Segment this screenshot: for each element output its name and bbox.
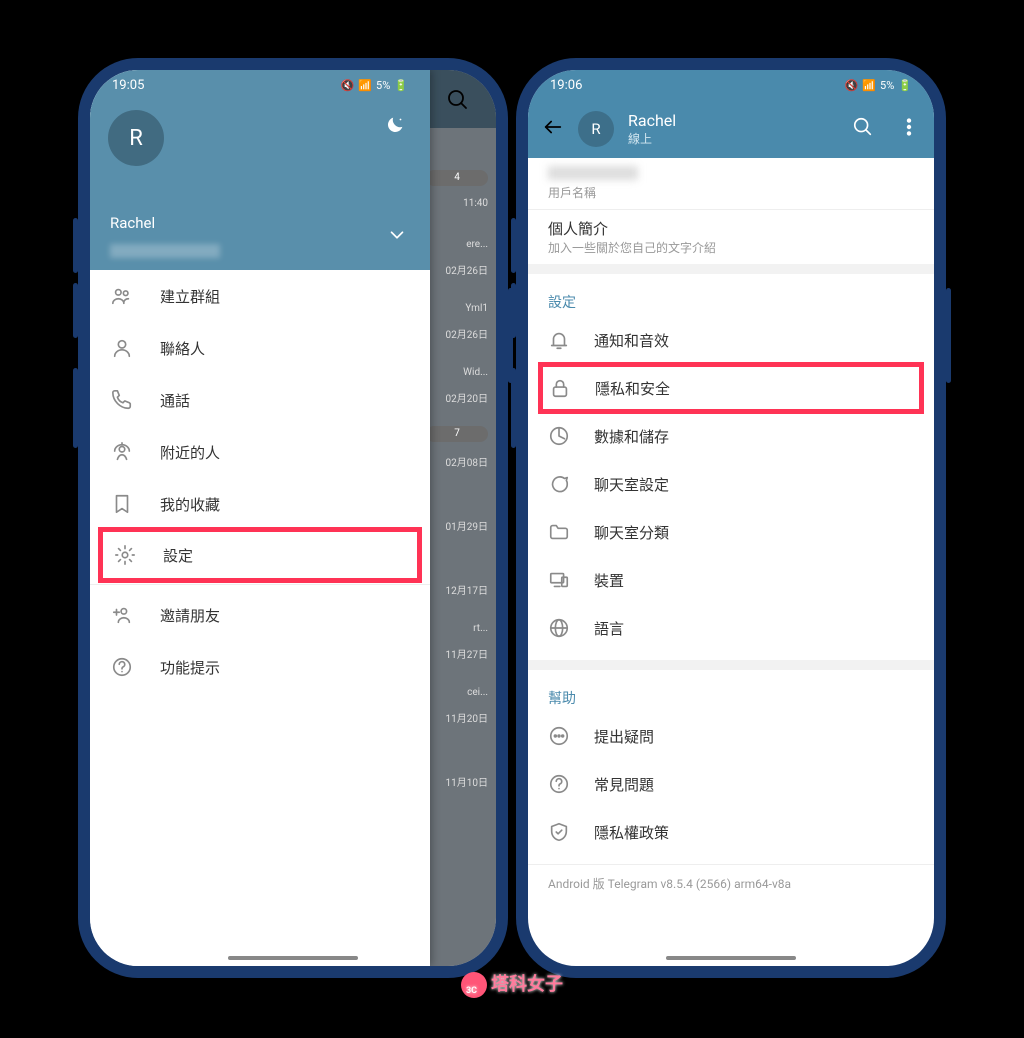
status-bar: 19:06 🔇📶5%🔋 — [528, 70, 934, 100]
settings-folders[interactable]: 聊天室分類 — [548, 508, 914, 556]
menu-label: 我的收藏 — [160, 494, 220, 515]
settings-chat[interactable]: 聊天室設定 — [548, 460, 914, 508]
phone-icon — [110, 388, 134, 412]
drawer-panel: 19:05 🔇📶5%🔋 R Rachel 建立群組 聯絡 — [90, 70, 430, 966]
menu-saved[interactable]: 我的收藏 — [90, 478, 430, 530]
drawer-username: Rachel — [110, 214, 155, 232]
settings-devices[interactable]: 裝置 — [548, 556, 914, 604]
settings-language[interactable]: 語言 — [548, 604, 914, 652]
menu-label: 邀請朋友 — [160, 605, 220, 626]
nearby-icon — [110, 440, 134, 464]
bell-icon — [548, 329, 570, 351]
menu-label: 設定 — [163, 545, 193, 566]
menu-label: 通話 — [160, 390, 190, 411]
home-indicator[interactable] — [666, 956, 796, 960]
home-indicator[interactable] — [228, 956, 358, 960]
mute-icon: 🔇 — [845, 79, 859, 92]
globe-icon — [548, 617, 570, 639]
gear-icon — [113, 543, 137, 567]
invite-icon — [110, 603, 134, 627]
help-icon — [548, 773, 570, 795]
status-bar: 19:05 🔇📶5%🔋 — [90, 70, 430, 100]
settings-header: R Rachel 線上 — [528, 100, 934, 158]
bio-label: 個人簡介 — [548, 218, 914, 239]
shield-icon — [548, 821, 570, 843]
menu-label: 附近的人 — [160, 442, 220, 463]
help-policy[interactable]: 隱私權政策 — [548, 808, 914, 856]
menu-contacts[interactable]: 聯絡人 — [90, 322, 430, 374]
menu-new-group[interactable]: 建立群組 — [90, 270, 430, 322]
chevron-down-icon[interactable] — [386, 224, 408, 250]
status-time: 19:05 — [112, 78, 144, 93]
phone-number-redacted — [110, 244, 220, 258]
menu-settings[interactable]: 設定 — [98, 527, 422, 583]
person-icon — [110, 336, 134, 360]
mute-icon: 🔇 — [341, 79, 355, 92]
screen-left: 4 11:40ere... 02月26日Yml1 02月26日Wid... 02… — [90, 70, 496, 966]
settings-data[interactable]: 數據和儲存 — [548, 412, 914, 460]
menu-nearby[interactable]: 附近的人 — [90, 426, 430, 478]
more-icon[interactable] — [898, 116, 920, 142]
phone-frame-right: 19:06 🔇📶5%🔋 R Rachel 線上 用戶名稱 個人簡介 加入一些關於… — [516, 58, 946, 978]
menu-label: 聯絡人 — [160, 338, 205, 359]
username-label: 用戶名稱 — [548, 184, 914, 201]
help-faq[interactable]: 常見問題 — [548, 760, 914, 808]
bio-hint: 加入一些關於您自己的文字介紹 — [548, 239, 914, 256]
screen-right: 19:06 🔇📶5%🔋 R Rachel 線上 用戶名稱 個人簡介 加入一些關於… — [528, 70, 934, 966]
message-icon — [548, 725, 570, 747]
data-icon — [548, 425, 570, 447]
menu-calls[interactable]: 通話 — [90, 374, 430, 426]
chat-icon — [548, 473, 570, 495]
avatar[interactable]: R — [108, 110, 164, 166]
battery-label: 5% — [880, 79, 894, 92]
help-icon — [110, 655, 134, 679]
drawer-header[interactable]: R Rachel — [90, 100, 430, 270]
folder-icon — [548, 521, 570, 543]
settings-notifications[interactable]: 通知和音效 — [548, 316, 914, 364]
bookmark-icon — [110, 492, 134, 516]
watermark-icon — [461, 972, 487, 998]
section-settings-header: 設定 — [548, 282, 914, 316]
settings-privacy[interactable]: 隱私和安全 — [538, 362, 924, 414]
bio-row[interactable]: 個人簡介 加入一些關於您自己的文字介紹 — [528, 210, 934, 264]
search-icon[interactable] — [852, 116, 874, 142]
menu-tips[interactable]: 功能提示 — [90, 641, 430, 693]
menu-label: 建立群組 — [160, 286, 220, 307]
username-redacted — [548, 166, 638, 180]
header-status: 線上 — [628, 130, 676, 147]
watermark: 塔科女子 — [461, 970, 563, 998]
lock-icon — [549, 377, 571, 399]
devices-icon — [548, 569, 570, 591]
status-time: 19:06 — [550, 78, 582, 93]
search-icon[interactable] — [446, 88, 468, 110]
section-help-header: 幫助 — [548, 678, 914, 712]
menu-invite[interactable]: 邀請朋友 — [90, 589, 430, 641]
header-username: Rachel — [628, 111, 676, 130]
help-ask[interactable]: 提出疑問 — [548, 712, 914, 760]
version-label: Android 版 Telegram v8.5.4 (2566) arm64-v… — [528, 865, 934, 910]
menu-label: 功能提示 — [160, 657, 220, 678]
group-icon — [110, 284, 134, 308]
back-icon[interactable] — [542, 116, 564, 142]
battery-label: 5% — [376, 79, 390, 92]
phone-frame-left: 4 11:40ere... 02月26日Yml1 02月26日Wid... 02… — [78, 58, 508, 978]
night-mode-icon[interactable] — [384, 114, 406, 141]
avatar[interactable]: R — [578, 111, 614, 147]
